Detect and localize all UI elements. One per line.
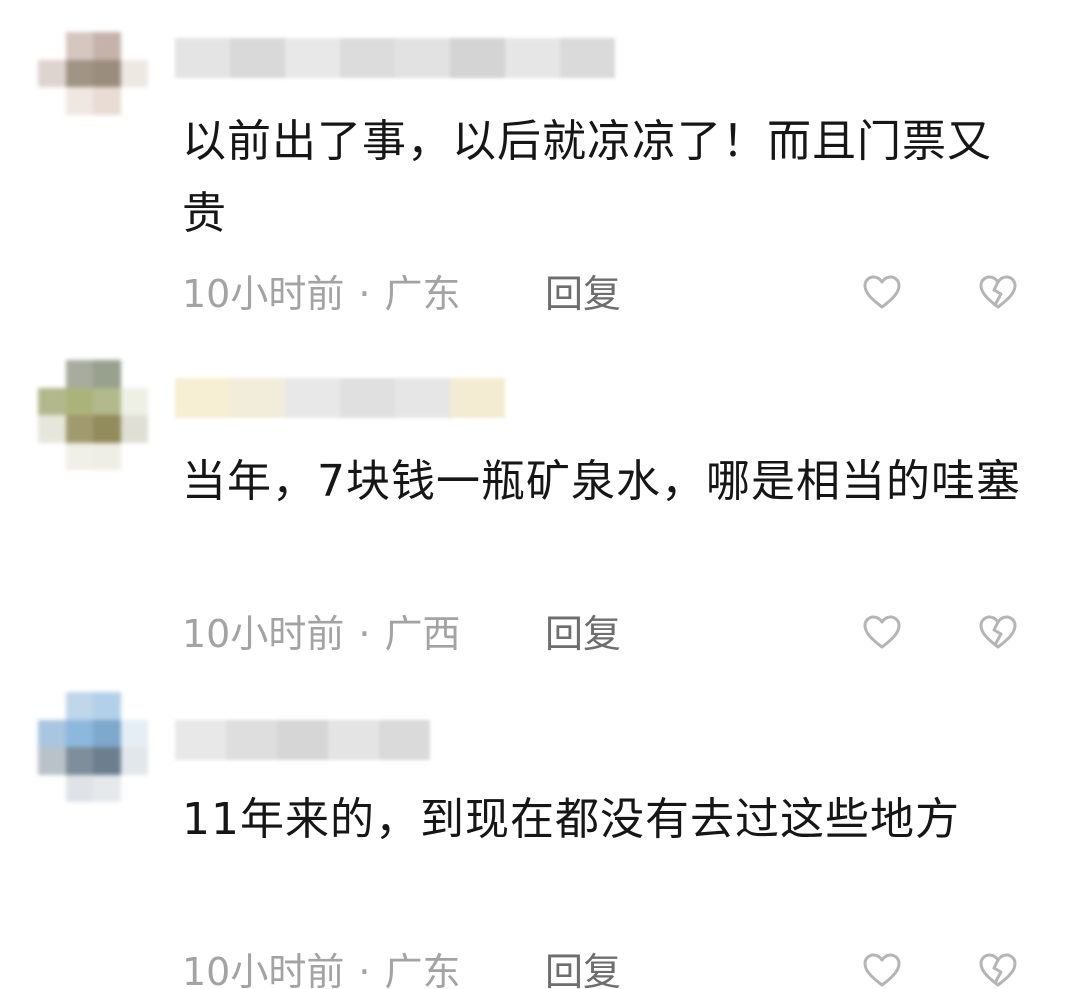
avatar-pixel: [38, 692, 66, 720]
comment-time: 10小时前: [182, 950, 345, 989]
avatar-pixel: [93, 114, 121, 142]
comment-text: 当年，7块钱一瓶矿泉水，哪是相当的哇塞: [182, 456, 1021, 507]
avatar-pixel: [38, 87, 66, 115]
avatar-pixel: [38, 360, 66, 388]
avatar-pixel: [93, 719, 121, 747]
comment-location: 广西: [384, 612, 461, 656]
avatar-pixel: [38, 415, 66, 443]
comment-location: 广东: [384, 272, 461, 316]
avatar-pixel: [65, 719, 93, 747]
avatar-pixel: [65, 32, 93, 60]
avatar-pixel: [120, 32, 148, 60]
heart-outline-icon[interactable]: [860, 610, 904, 654]
avatar-pixel: [93, 387, 121, 415]
avatar-pixel: [120, 774, 148, 802]
avatar-pixel: [120, 692, 148, 720]
comment-text: 以前出了事，以后就凉凉了！而且门票又贵: [182, 116, 992, 239]
avatar-pixel: [65, 360, 93, 388]
comments-page: 以前出了事，以后就凉凉了！而且门票又贵 10小时前 · 广东 回复 当年，7块钱一瓶…: [0, 0, 1080, 989]
reply-button[interactable]: 回复: [545, 950, 621, 989]
avatar-pixel: [93, 87, 121, 115]
comment-location: 广东: [384, 950, 461, 989]
avatar-pixel: [65, 415, 93, 443]
meta-separator: ·: [358, 272, 371, 316]
comment-meta: 10小时前 · 广东: [182, 950, 460, 989]
avatar-pixel: [120, 747, 148, 775]
comment-item: 当年，7块钱一瓶矿泉水，哪是相当的哇塞 10小时前 · 广西 回复: [0, 330, 1080, 670]
avatar-pixel: [38, 32, 66, 60]
avatar-pixel: [65, 747, 93, 775]
avatar-pixel: [38, 774, 66, 802]
avatar-pixel: [65, 387, 93, 415]
comment-text: 11年来的，到现在都没有去过这些地方: [182, 794, 960, 845]
username-blurred[interactable]: [175, 378, 505, 418]
avatar-pixel: [120, 415, 148, 443]
avatar-pixel: [65, 87, 93, 115]
heart-outline-icon[interactable]: [860, 948, 904, 989]
avatar-pixel: [120, 387, 148, 415]
meta-separator: ·: [358, 950, 371, 989]
avatar-pixel: [38, 747, 66, 775]
avatar-pixel: [93, 692, 121, 720]
comment-meta: 10小时前 · 广西: [182, 612, 460, 656]
reply-button[interactable]: 回复: [545, 272, 621, 316]
avatar-pixel: [120, 442, 148, 470]
avatar-pixel: [120, 360, 148, 388]
avatar-pixel: [120, 114, 148, 142]
avatar-pixel: [38, 114, 66, 142]
username-blurred[interactable]: [175, 720, 430, 760]
comment-meta: 10小时前 · 广东: [182, 272, 460, 316]
avatar-pixel: [38, 387, 66, 415]
username-blurred[interactable]: [175, 38, 615, 78]
avatar-pixel: [38, 442, 66, 470]
reply-button[interactable]: 回复: [545, 612, 621, 656]
avatar-pixel: [65, 774, 93, 802]
avatar-pixel: [120, 87, 148, 115]
avatar-pixel: [93, 32, 121, 60]
avatar[interactable]: [38, 32, 148, 142]
avatar-pixel: [93, 360, 121, 388]
avatar-pixel: [65, 59, 93, 87]
comment-item: 11年来的，到现在都没有去过这些地方 10小时前 · 广东 回复: [0, 670, 1080, 989]
avatar[interactable]: [38, 360, 148, 470]
avatar-pixel: [93, 59, 121, 87]
avatar-pixel: [93, 747, 121, 775]
meta-separator: ·: [358, 612, 371, 656]
avatar-pixel: [38, 59, 66, 87]
comment-time: 10小时前: [182, 272, 345, 316]
avatar-pixel: [65, 692, 93, 720]
avatar-pixel: [120, 59, 148, 87]
avatar-pixel: [38, 719, 66, 747]
heart-outline-icon[interactable]: [860, 270, 904, 314]
comment-item: 以前出了事，以后就凉凉了！而且门票又贵 10小时前 · 广东 回复: [0, 0, 1080, 330]
avatar-pixel: [93, 774, 121, 802]
broken-heart-icon[interactable]: [976, 270, 1020, 314]
avatar-pixel: [65, 442, 93, 470]
broken-heart-icon[interactable]: [976, 948, 1020, 989]
avatar-pixel: [120, 719, 148, 747]
avatar-pixel: [93, 442, 121, 470]
comment-time: 10小时前: [182, 612, 345, 656]
avatar[interactable]: [38, 692, 148, 802]
broken-heart-icon[interactable]: [976, 610, 1020, 654]
avatar-pixel: [65, 114, 93, 142]
avatar-pixel: [93, 415, 121, 443]
